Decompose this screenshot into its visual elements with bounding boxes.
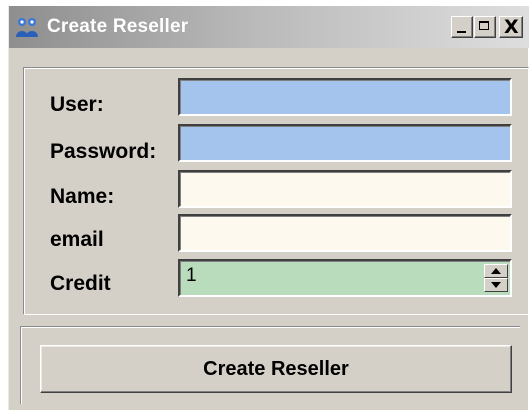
credit-label: Credit [50, 272, 111, 295]
app-icon [16, 18, 38, 37]
title-bar[interactable]: Create Reseller X [9, 6, 529, 48]
close-button[interactable]: X [499, 16, 523, 38]
password-input[interactable] [178, 124, 512, 162]
name-label: Name: [50, 185, 115, 208]
credit-spinbox[interactable]: 1 [178, 259, 512, 297]
user-label: User: [50, 93, 104, 116]
close-icon: X [504, 16, 519, 38]
spin-up-icon[interactable] [484, 264, 508, 278]
window-title: Create Reseller [47, 16, 189, 37]
minimize-button[interactable] [451, 16, 473, 38]
credit-spin-buttons [484, 264, 508, 292]
credit-value[interactable]: 1 [186, 265, 197, 287]
password-label: Password: [50, 140, 157, 163]
spin-down-icon[interactable] [484, 278, 508, 292]
email-label: email [50, 228, 104, 251]
user-input[interactable] [178, 78, 512, 116]
create-reseller-button[interactable]: Create Reseller [40, 345, 512, 393]
maximize-button[interactable] [474, 16, 496, 38]
name-input[interactable] [178, 170, 512, 208]
email-input[interactable] [178, 214, 512, 252]
